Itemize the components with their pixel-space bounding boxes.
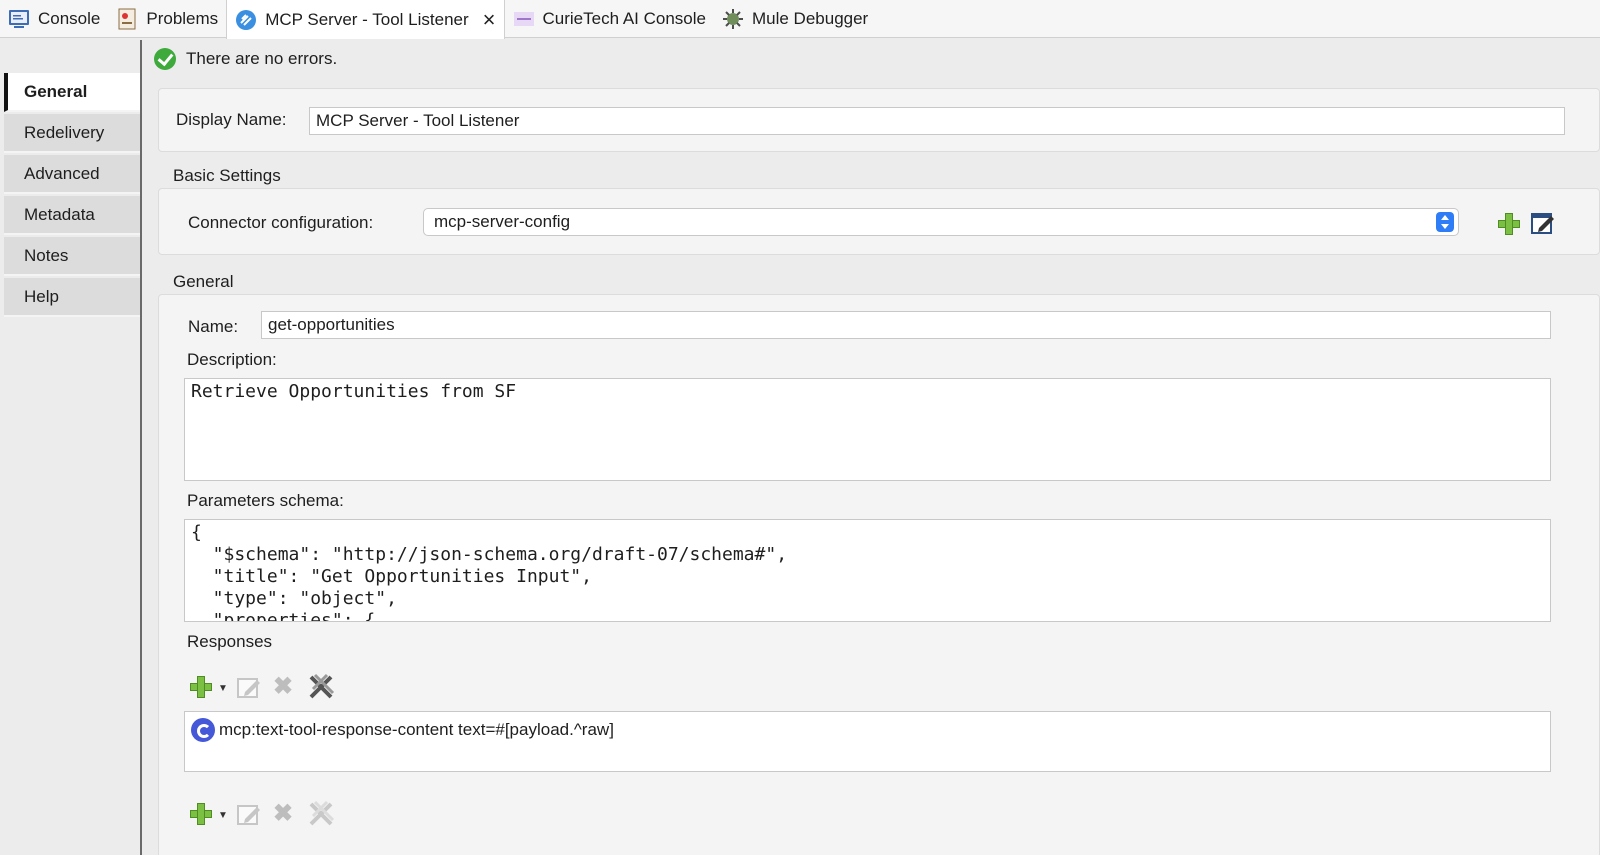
sidebar-item-label: General <box>24 81 88 101</box>
sidebar-item-label: Advanced <box>24 163 100 183</box>
basic-settings-panel: Connector configuration: mcp-server-conf… <box>158 188 1600 255</box>
edit-icon <box>1531 213 1554 234</box>
problems-icon <box>116 8 138 30</box>
connector-config-value: mcp-server-config <box>434 212 571 231</box>
tab-console[interactable]: Console <box>0 0 108 38</box>
delete-all-button[interactable] <box>307 673 335 699</box>
curietech-icon <box>513 8 535 30</box>
sidebar-item-label: Redelivery <box>24 122 105 142</box>
general-panel: Name: get-opportunities Description: Ret… <box>158 294 1600 855</box>
properties-sidebar: General Redelivery Advanced Metadata Not… <box>0 40 142 855</box>
console-icon <box>8 8 30 30</box>
status-message: There are no errors. <box>154 48 337 70</box>
sidebar-item-notes[interactable]: Notes <box>4 237 140 276</box>
response-content-icon <box>191 718 215 742</box>
add-config-button[interactable] <box>1498 213 1522 237</box>
mcp-icon <box>235 9 257 31</box>
edit-icon <box>237 678 260 698</box>
properties-main: There are no errors. Display Name: MCP S… <box>144 40 1600 855</box>
basic-settings-title: Basic Settings <box>173 166 281 185</box>
delete-all-icon <box>309 673 335 699</box>
description-label: Description: <box>187 350 277 369</box>
connector-config-label: Connector configuration: <box>188 213 374 232</box>
sidebar-item-redelivery[interactable]: Redelivery <box>4 114 140 153</box>
delete-all-button[interactable] <box>307 800 335 826</box>
tab-mcp-server[interactable]: MCP Server - Tool Listener × <box>226 0 505 39</box>
status-text: There are no errors. <box>186 49 338 68</box>
edit-config-button[interactable] <box>1531 211 1555 235</box>
list-item[interactable]: mcp:text-tool-response-content text=#[pa… <box>191 718 614 742</box>
responses-list: mcp:text-tool-response-content text=#[pa… <box>184 711 1551 772</box>
tab-console-label: Console <box>38 9 101 28</box>
editor-tab-bar: Console Problems MCP Server - Tool Liste… <box>0 0 1600 39</box>
display-name-field[interactable]: MCP Server - Tool Listener <box>309 107 1565 135</box>
sidebar-item-advanced[interactable]: Advanced <box>4 155 140 194</box>
tab-problems[interactable]: Problems <box>108 0 226 38</box>
connector-config-select[interactable]: mcp-server-config <box>423 208 1459 236</box>
sidebar-item-label: Metadata <box>24 204 95 224</box>
tab-mule-debugger[interactable]: Mule Debugger <box>714 0 876 38</box>
dropdown-arrow-icon[interactable]: ▼ <box>218 683 228 694</box>
sidebar-item-help[interactable]: Help <box>4 278 140 317</box>
debugger-icon <box>722 8 744 30</box>
sidebar-item-general[interactable]: General <box>4 73 140 112</box>
sidebar-item-label: Help <box>24 286 59 306</box>
add-item-button[interactable] <box>190 803 214 827</box>
tab-curietech-label: CurieTech AI Console <box>542 9 706 28</box>
edit-item-button[interactable] <box>237 802 261 826</box>
display-name-label: Display Name: <box>176 110 287 129</box>
add-response-button[interactable] <box>190 676 214 700</box>
tab-problems-label: Problems <box>146 9 219 28</box>
tab-curietech[interactable]: CurieTech AI Console <box>505 0 714 38</box>
description-textarea[interactable]: Retrieve Opportunities from SF <box>184 378 1551 481</box>
tab-mule-debugger-label: Mule Debugger <box>751 9 869 28</box>
responses-label: Responses <box>187 632 273 651</box>
edit-response-button[interactable] <box>237 675 261 699</box>
name-label: Name: <box>188 317 239 336</box>
parameters-schema-editor[interactable]: { "$schema": "http://json-schema.org/dra… <box>184 519 1551 622</box>
delete-all-icon <box>309 800 335 826</box>
sidebar-item-label: Notes <box>24 245 69 265</box>
name-field[interactable]: get-opportunities <box>261 311 1551 339</box>
response-item-text: mcp:text-tool-response-content text=#[pa… <box>219 720 614 739</box>
delete-icon[interactable]: ✖ <box>273 802 293 826</box>
check-icon <box>154 48 176 70</box>
parameters-schema-label: Parameters schema: <box>187 491 344 510</box>
delete-icon[interactable]: ✖ <box>273 675 293 699</box>
display-name-panel: Display Name: MCP Server - Tool Listener <box>158 88 1600 152</box>
general-section-title: General <box>173 272 234 291</box>
close-icon[interactable]: × <box>483 8 496 31</box>
edit-icon <box>237 805 260 825</box>
sidebar-item-metadata[interactable]: Metadata <box>4 196 140 235</box>
dropdown-arrow-icon[interactable]: ▼ <box>218 810 228 821</box>
tab-mcp-label: MCP Server - Tool Listener <box>265 9 469 29</box>
chevron-updown-icon <box>1436 212 1454 232</box>
